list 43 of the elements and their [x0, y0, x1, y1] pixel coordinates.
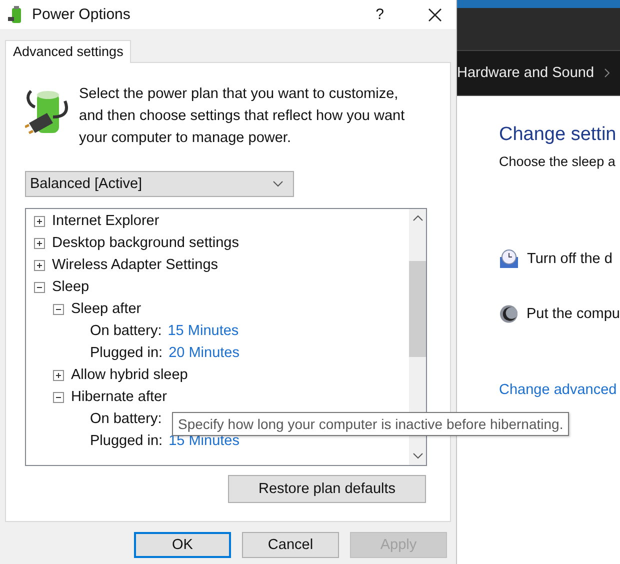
setting-label: On battery:: [90, 411, 162, 427]
setting-label: Plugged in:: [90, 433, 163, 449]
tree-item[interactable]: Desktop background settings: [52, 235, 239, 251]
collapse-icon[interactable]: [53, 304, 64, 314]
scroll-up-icon[interactable]: [412, 215, 422, 221]
setting-value-link[interactable]: 15 Minutes: [168, 323, 239, 339]
tree-item[interactable]: Sleep: [52, 279, 90, 295]
expand-icon[interactable]: [34, 216, 45, 226]
tree-item[interactable]: Wireless Adapter Settings: [52, 257, 218, 273]
tab[interactable]: Advanced settings: [5, 40, 132, 63]
tree-item[interactable]: Sleep after: [71, 301, 142, 317]
instruction-text: Select the power plan that you want to customize, and then choose settings that reflect how you want your computer to manage power.: [79, 85, 406, 148]
tree-item[interactable]: Hibernate after: [71, 389, 167, 405]
expand-icon[interactable]: [34, 260, 45, 270]
setting-value-link[interactable]: 20 Minutes: [168, 345, 240, 361]
scroll-thumb[interactable]: [409, 261, 426, 357]
breadcrumb-link[interactable]: Hardware and Sound: [457, 65, 594, 81]
plan-dropdown[interactable]: Balanced [Active]: [25, 171, 294, 197]
window-title: Power Options: [32, 6, 132, 23]
page-subtitle: Choose the sleep a: [499, 154, 616, 169]
setting-label: Turn off the d: [527, 251, 612, 267]
tree-item[interactable]: Allow hybrid sleep: [71, 367, 188, 383]
expand-icon[interactable]: [34, 238, 45, 248]
setting-label: Plugged in:: [90, 345, 163, 361]
dialog-button[interactable]: OK: [134, 532, 231, 558]
collapse-icon[interactable]: [53, 392, 64, 402]
dialog-button[interactable]: Cancel: [242, 532, 339, 558]
close-icon[interactable]: [428, 8, 442, 22]
setting-label: Put the compu: [526, 306, 620, 322]
moon-icon: [499, 304, 518, 324]
scroll-down-icon[interactable]: [412, 453, 422, 459]
chevron-down-icon: [273, 181, 283, 187]
chevron-right-icon: [604, 68, 610, 78]
page-heading: Change settin: [499, 124, 618, 146]
tooltip: Specify how long your computer is inactive before hibernating.: [172, 412, 570, 436]
restore-defaults-button[interactable]: Restore plan defaults: [228, 475, 426, 503]
settings-link[interactable]: Change advanced: [499, 382, 620, 398]
expand-icon[interactable]: [53, 370, 64, 380]
collapse-icon[interactable]: [34, 282, 45, 292]
tree-item[interactable]: Internet Explorer: [52, 213, 160, 229]
setting-label: On battery:: [90, 323, 162, 339]
monitor-clock-icon: [499, 249, 519, 269]
help-button[interactable]: ?: [376, 6, 384, 23]
